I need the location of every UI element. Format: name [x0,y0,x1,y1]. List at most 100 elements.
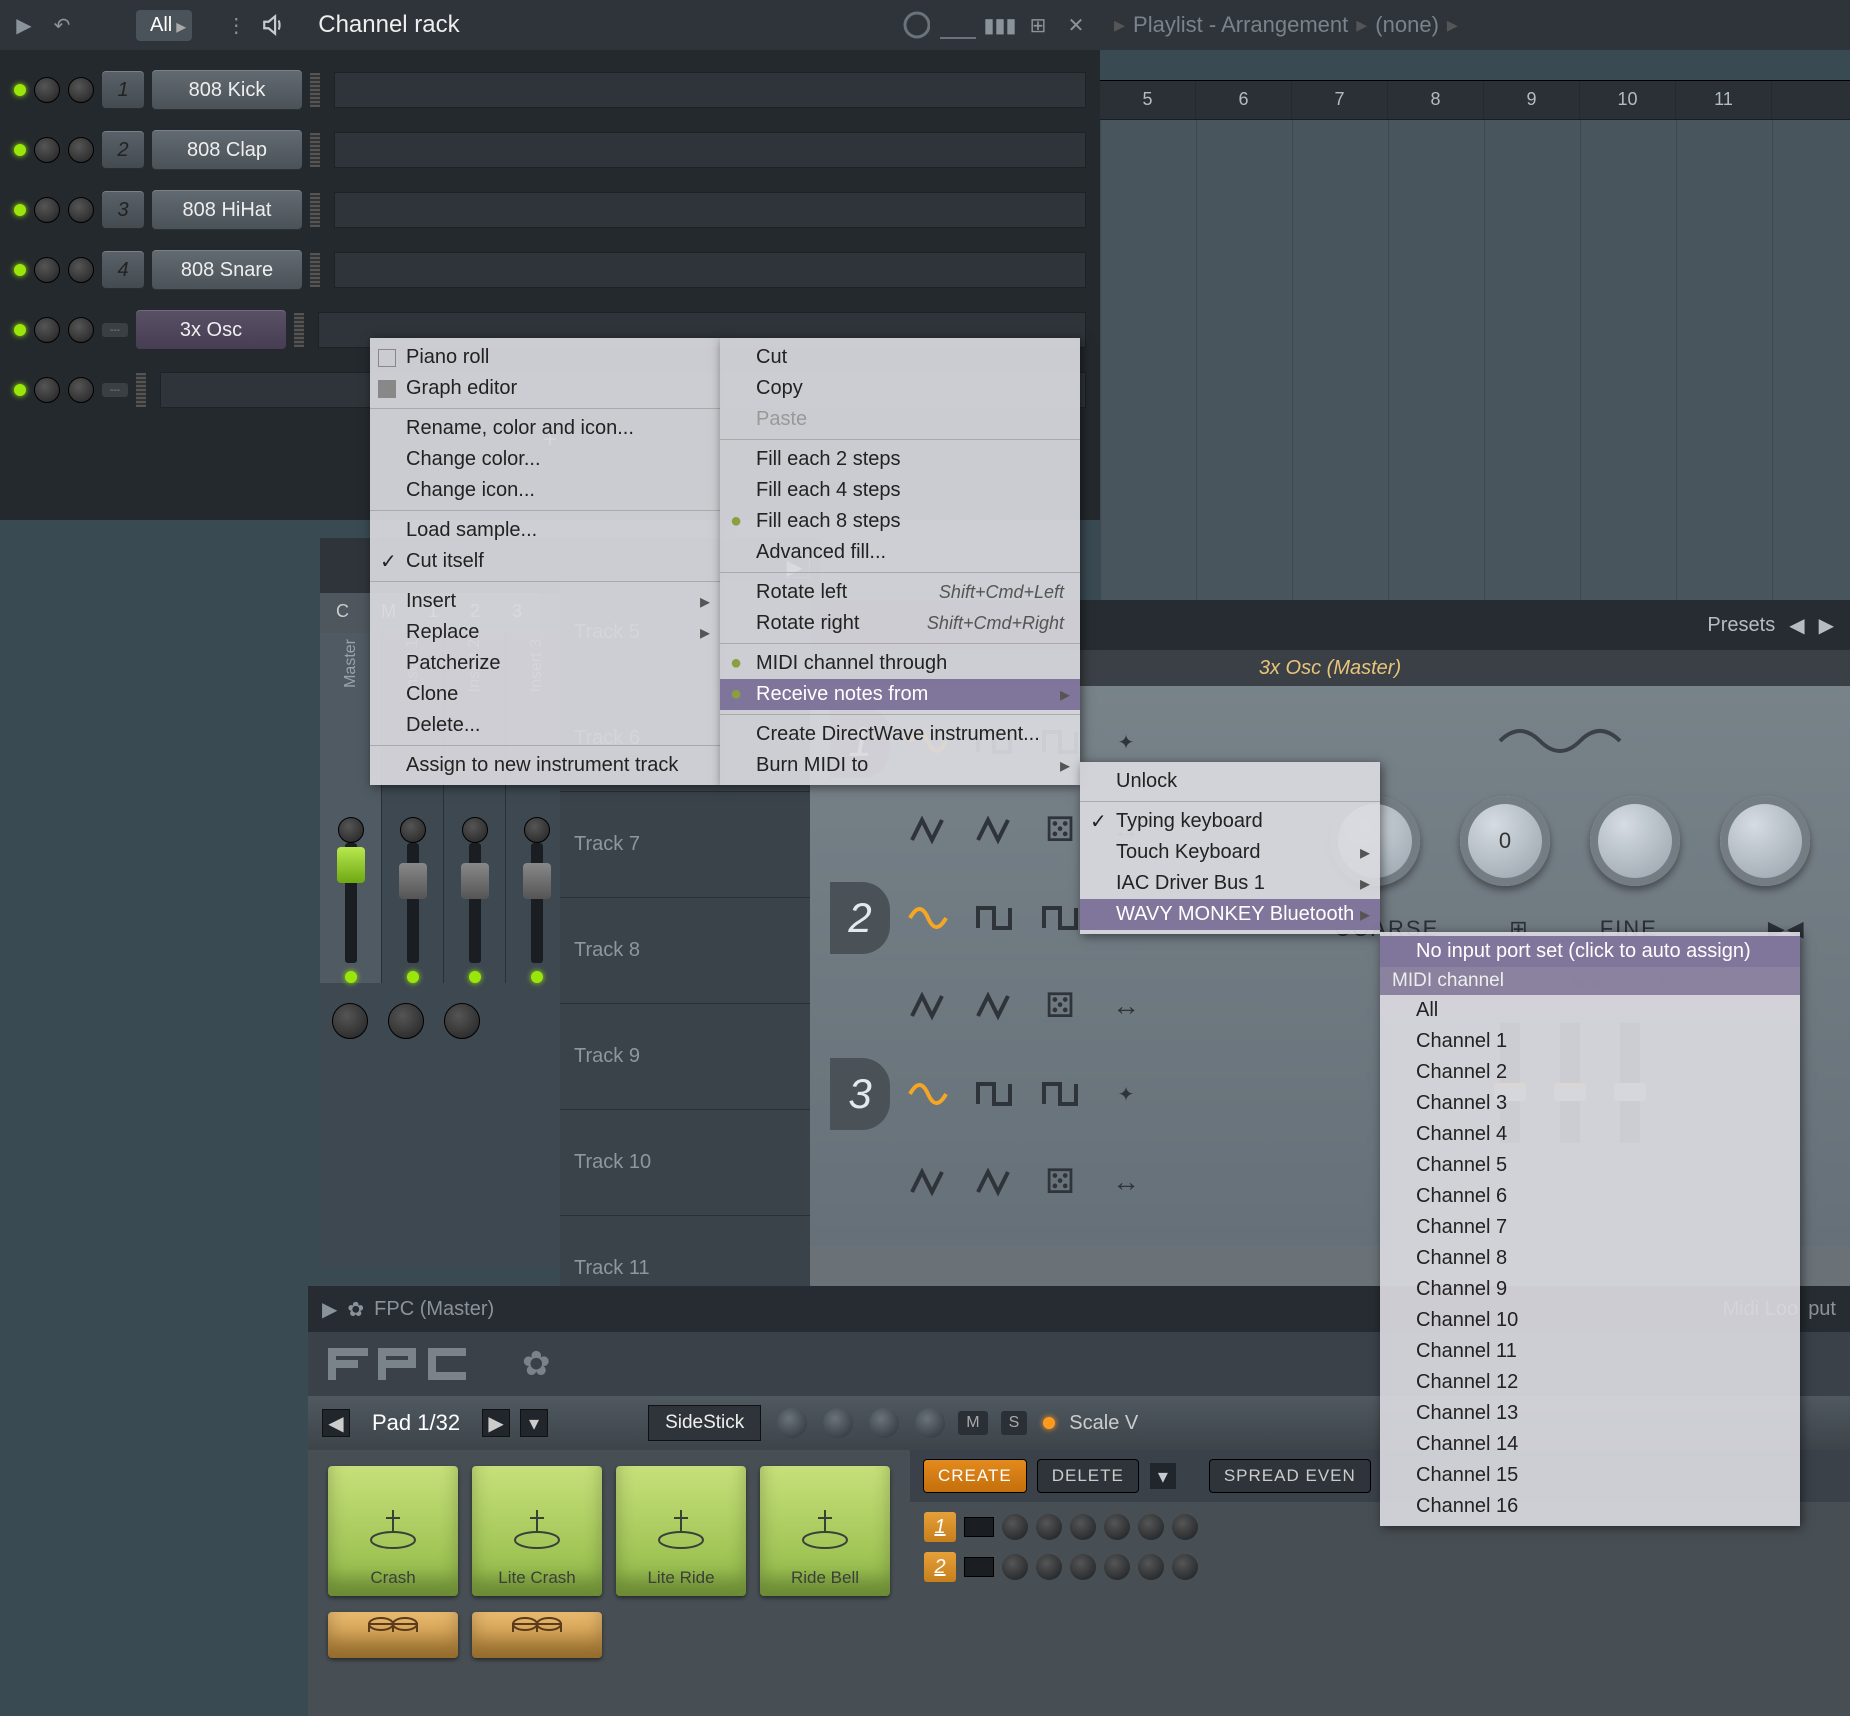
menu-item[interactable]: Advanced fill... [720,537,1080,568]
extra-knob[interactable] [1720,796,1810,886]
channel-button[interactable]: 3x Osc [136,310,286,350]
menu-item[interactable]: Assign to new instrument track [370,750,720,781]
layer-knob[interactable] [1138,1514,1164,1540]
mixer-knob[interactable] [444,1003,480,1039]
menu-item[interactable]: No input port set (click to auto assign) [1380,936,1800,967]
step-sequencer-strip[interactable] [334,252,1086,288]
saw-wave-icon[interactable] [966,1154,1022,1210]
saw-wave-icon[interactable] [966,978,1022,1034]
channel-button[interactable]: 808 HiHat [152,190,302,230]
fpc-gear-icon[interactable]: ✿ [347,1297,364,1322]
action-menu-icon[interactable]: ▾ [1150,1463,1176,1489]
mixer-fader[interactable] [407,843,419,963]
menu-item[interactable]: All [1380,995,1800,1026]
fpc-pad[interactable] [328,1612,458,1658]
menu-item[interactable]: ●MIDI channel through [720,648,1080,679]
mute-chip[interactable]: M [958,1411,987,1435]
ruler-tick[interactable]: 7 [1292,81,1388,119]
delete-button[interactable]: DELETE [1038,1460,1138,1492]
channel-led-icon[interactable] [14,324,26,336]
menu-item[interactable]: Channel 11 [1380,1336,1800,1367]
channel-button[interactable]: 808 Kick [152,70,302,110]
scale-label[interactable]: Scale V [1069,1412,1138,1435]
menu-item[interactable]: Fill each 2 steps [720,444,1080,475]
fpc-pad[interactable]: Crash [328,1466,458,1596]
playlist-crumb-none[interactable]: (none) [1375,12,1439,38]
layer-knob[interactable] [1172,1514,1198,1540]
ruler-tick[interactable]: 9 [1484,81,1580,119]
fpc-knob[interactable] [915,1408,945,1438]
ruler-tick[interactable]: 10 [1580,81,1676,119]
channel-number[interactable]: 2 [102,131,144,169]
mixer-pan-knob[interactable] [338,817,364,843]
menu-item[interactable]: Insert [370,586,720,617]
fpc-knob[interactable] [823,1408,853,1438]
tri-wave-icon[interactable] [900,1154,956,1210]
layer-knob[interactable] [1104,1554,1130,1580]
mixer-led-icon[interactable] [531,971,543,983]
vol-knob[interactable] [68,137,94,163]
menu-item[interactable]: ●Receive notes from [720,679,1080,710]
dice-icon[interactable]: ⚄ [1032,1154,1088,1210]
vol-knob[interactable] [68,257,94,283]
invert-icon[interactable]: ↔ [1098,978,1154,1034]
channel-number[interactable]: --- [102,323,128,337]
channel-number[interactable]: 1 [102,71,144,109]
tri-wave-icon[interactable] [900,978,956,1034]
step-sequencer-strip[interactable] [334,192,1086,228]
channel-led-icon[interactable] [14,84,26,96]
menu-item[interactable]: Channel 2 [1380,1057,1800,1088]
menu-item[interactable]: Rename, color and icon... [370,413,720,444]
menu-item[interactable]: Load sample... [370,515,720,546]
channel-led-icon[interactable] [14,384,26,396]
menu-item[interactable]: Fill each 4 steps [720,475,1080,506]
layer-number[interactable]: 2 [924,1552,956,1582]
menu-item[interactable]: Channel 13 [1380,1398,1800,1429]
fpc-pad[interactable] [472,1612,602,1658]
sample-name[interactable]: SideStick [648,1405,761,1441]
prev-preset-icon[interactable]: ◀ [1789,613,1804,638]
menu-item[interactable]: Change icon... [370,475,720,506]
mixer-fader[interactable] [531,843,543,963]
coarse-knob[interactable]: 0 [1460,796,1550,886]
menu-item[interactable]: Channel 3 [1380,1088,1800,1119]
square-wave-icon[interactable] [966,890,1022,946]
mixer-led-icon[interactable] [407,971,419,983]
undo-icon[interactable]: ↶ [48,11,76,39]
channel-led-icon[interactable] [14,144,26,156]
ruler-tick[interactable]: 5 [1100,81,1196,119]
playlist-ruler[interactable]: 567891011 [1100,80,1850,120]
circle-icon[interactable] [902,11,930,39]
mixer-led-icon[interactable] [345,971,357,983]
channel-led-icon[interactable] [14,204,26,216]
menu-item[interactable]: Piano roll [370,342,720,373]
grid-icon[interactable]: ⊞ [1024,11,1052,39]
fpc-play-icon[interactable]: ▶ [322,1297,337,1322]
menu-item[interactable]: ✓Typing keyboard [1080,806,1380,837]
pad-selector[interactable]: Pad 1/32 [360,1406,472,1440]
layer-knob[interactable] [1036,1554,1062,1580]
pan-knob[interactable] [34,197,60,223]
menu-item[interactable]: Channel 16 [1380,1491,1800,1522]
menu-dots-icon[interactable]: ⋮ [222,11,250,39]
menu-item[interactable]: Cut [720,342,1080,373]
menu-item[interactable]: Burn MIDI to [720,750,1080,781]
playlist-crumb[interactable]: Playlist - Arrangement [1133,12,1348,38]
channel-grip[interactable] [294,313,304,347]
vol-knob[interactable] [68,317,94,343]
ruler-tick[interactable]: 6 [1196,81,1292,119]
menu-item[interactable]: Create DirectWave instrument... [720,719,1080,750]
mixer-knob[interactable] [388,1003,424,1039]
menu-item[interactable]: Channel 10 [1380,1305,1800,1336]
step-sequencer-strip[interactable] [334,132,1086,168]
sine-wave-icon[interactable] [900,890,956,946]
menu-item[interactable]: Channel 4 [1380,1119,1800,1150]
menu-item[interactable]: WAVY MONKEY Bluetooth [1080,899,1380,930]
menu-item[interactable]: IAC Driver Bus 1 [1080,868,1380,899]
fine-knob[interactable] [1590,796,1680,886]
menu-item[interactable]: ●Fill each 8 steps [720,506,1080,537]
layer-knob[interactable] [1172,1554,1198,1580]
channel-button[interactable]: 808 Clap [152,130,302,170]
fpc-pad[interactable]: Lite Crash [472,1466,602,1596]
vol-knob[interactable] [68,77,94,103]
